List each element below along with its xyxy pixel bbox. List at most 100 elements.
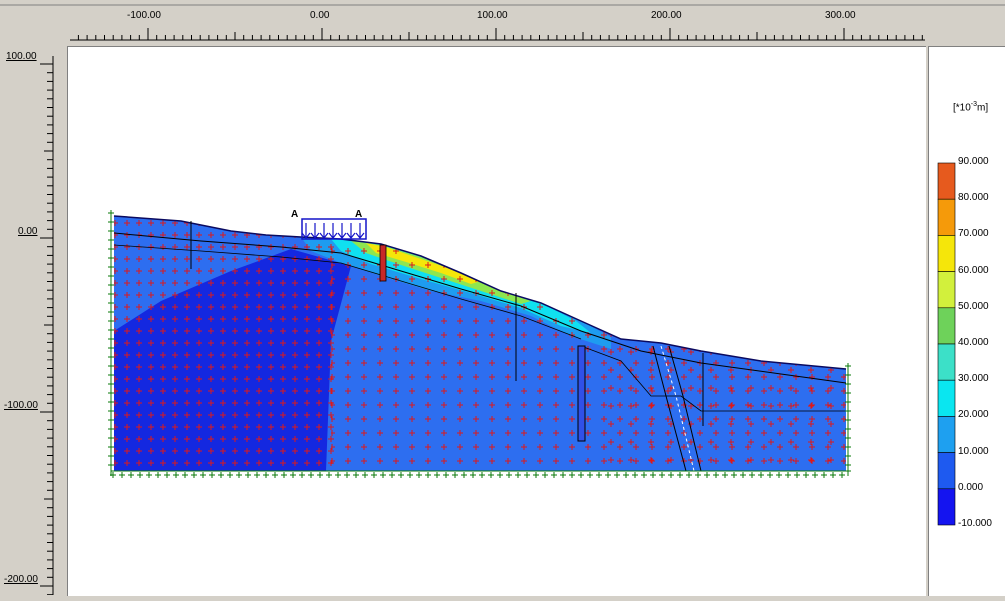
fixity-marker <box>398 472 404 478</box>
legend-swatch <box>937 162 956 200</box>
fixity-marker <box>776 472 782 478</box>
fixity-marker <box>353 472 359 478</box>
fixity-marker <box>108 381 114 387</box>
fixity-marker <box>722 472 728 478</box>
fixity-marker <box>812 472 818 478</box>
fixity-marker <box>272 472 278 478</box>
horizontal-ruler-ticks <box>0 4 1005 41</box>
fixity-marker <box>263 472 269 478</box>
fixity-marker <box>108 426 114 432</box>
legend-unit: [*10-3m] <box>953 101 989 114</box>
fixity-marker <box>108 354 114 360</box>
soil-body <box>114 216 846 471</box>
fixity-marker <box>108 399 114 405</box>
vruler-label: -200.00 <box>4 574 38 585</box>
fixity-marker <box>389 472 395 478</box>
legend-swatch <box>937 416 956 453</box>
hruler-label: 100.00 <box>477 10 508 21</box>
fixity-marker <box>191 472 197 478</box>
fixity-marker <box>108 237 114 243</box>
fixity-marker <box>659 472 665 478</box>
fixity-marker <box>108 255 114 261</box>
legend-value-label: 20.000 <box>958 409 989 421</box>
fixity-marker <box>128 472 134 478</box>
fixity-marker <box>108 372 114 378</box>
fixity-marker <box>488 472 494 478</box>
fixity-marker <box>803 472 809 478</box>
fixity-marker <box>108 363 114 369</box>
vertical-ruler <box>0 46 62 596</box>
legend-value-label: 10.000 <box>958 445 989 457</box>
fixity-marker <box>108 345 114 351</box>
fixity-marker <box>416 472 422 478</box>
legend-swatch <box>937 452 956 490</box>
fixity-marker <box>108 435 114 441</box>
fixity-marker <box>137 472 143 478</box>
fixity-marker <box>173 472 179 478</box>
fixity-marker <box>182 472 188 478</box>
horizontal-ruler: -100.00 0.00 100.00 200.00 300.00 <box>0 0 1005 46</box>
fixity-marker <box>641 472 647 478</box>
fixity-marker <box>108 390 114 396</box>
fixity-marker <box>371 472 377 478</box>
plaxis-output-window: -100.00 0.00 100.00 200.00 300.00 100.00… <box>0 0 1005 596</box>
legend-value-label: 0.000 <box>958 481 984 493</box>
fixity-marker <box>108 318 114 324</box>
fixity-marker <box>119 472 125 478</box>
fixity-marker <box>560 472 566 478</box>
deformation-contour-plot: A A <box>108 209 851 478</box>
fixity-marker <box>587 472 593 478</box>
fixity-marker <box>845 363 851 369</box>
fixity-marker <box>524 472 530 478</box>
fixity-marker <box>108 273 114 279</box>
fixity-marker <box>434 472 440 478</box>
fixity-marker <box>443 472 449 478</box>
hruler-label: 300.00 <box>825 10 856 21</box>
fixity-marker <box>281 472 287 478</box>
fixity-marker <box>767 472 773 478</box>
fixity-marker <box>218 472 224 478</box>
fixity-marker <box>506 472 512 478</box>
distributed-load-a: A A <box>291 209 367 240</box>
load-label-right: A <box>355 209 362 220</box>
legend-swatch <box>937 379 956 417</box>
fixity-marker <box>108 309 114 315</box>
vruler-label: -100.00 <box>4 400 38 411</box>
fixity-marker <box>164 472 170 478</box>
fixity-marker <box>551 472 557 478</box>
vertical-ruler-ticks <box>40 56 54 596</box>
legend-value-label: 80.000 <box>958 192 989 204</box>
vruler-label: 0.00 <box>18 226 38 237</box>
fixity-marker <box>794 472 800 478</box>
fixity-marker <box>542 472 548 478</box>
legend-value-label: 90.000 <box>958 156 989 167</box>
fixity-marker <box>695 472 701 478</box>
legend-swatch <box>937 343 956 381</box>
fixity-marker <box>108 210 114 216</box>
color-scale-bar <box>937 162 956 526</box>
fixity-marker <box>108 219 114 225</box>
legend-swatch <box>937 488 956 526</box>
plot-canvas[interactable]: A A <box>67 46 926 596</box>
fixity-marker <box>290 472 296 478</box>
legend-swatch <box>937 271 956 309</box>
fixity-marker <box>713 472 719 478</box>
fixity-marker <box>146 472 152 478</box>
fixity-marker <box>749 472 755 478</box>
fixity-marker <box>308 472 314 478</box>
fixity-marker <box>623 472 629 478</box>
fixity-marker <box>650 472 656 478</box>
legend-value-label: 50.000 <box>958 300 989 312</box>
fixity-marker <box>686 472 692 478</box>
fixity-marker <box>569 472 575 478</box>
hruler-label: 200.00 <box>651 10 682 21</box>
hruler-label: -100.00 <box>127 10 161 21</box>
fixity-marker <box>668 472 674 478</box>
fixity-marker <box>108 228 114 234</box>
fixity-marker <box>236 472 242 478</box>
fixity-marker <box>108 336 114 342</box>
fixity-marker <box>209 472 215 478</box>
fixity-marker <box>362 472 368 478</box>
fixity-marker <box>839 472 845 478</box>
fixity-marker <box>108 264 114 270</box>
